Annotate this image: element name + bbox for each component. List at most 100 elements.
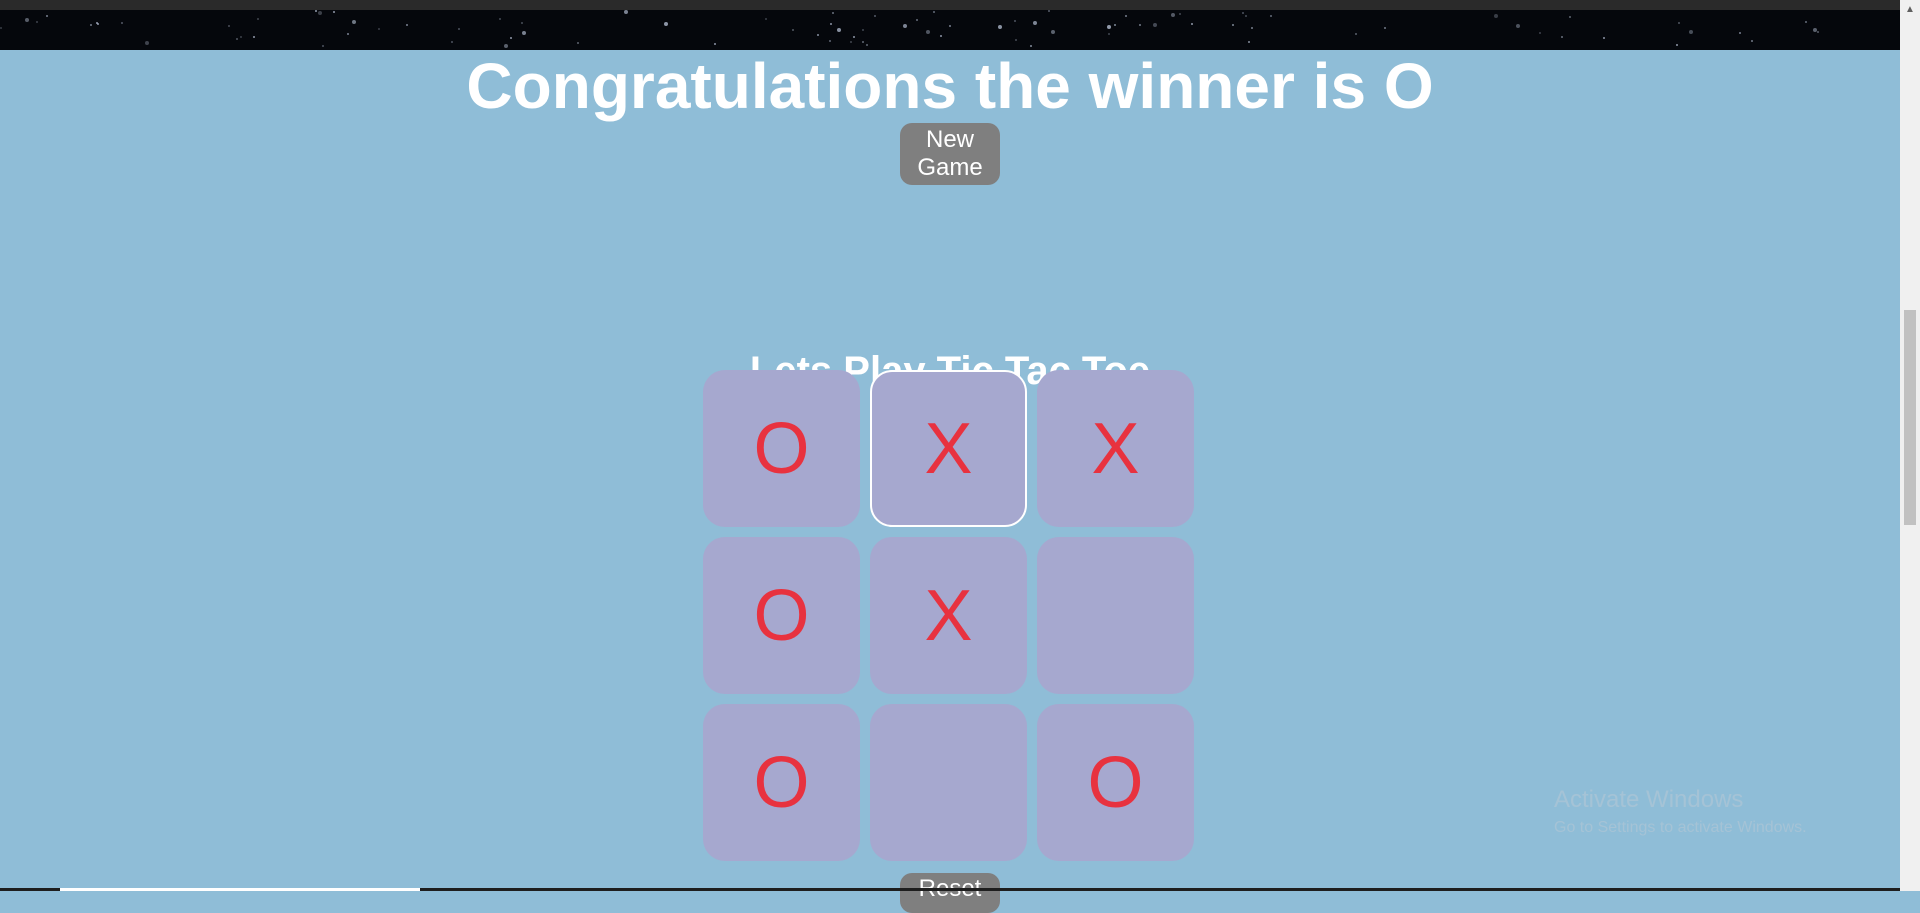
star-dot: [940, 35, 942, 37]
star-dot: [236, 38, 238, 40]
star-dot: [829, 40, 831, 42]
star-dot: [1539, 32, 1541, 34]
board-cell-1[interactable]: O: [703, 370, 860, 527]
star-dot: [1139, 24, 1141, 26]
star-dot: [1569, 16, 1571, 18]
star-dot: [850, 41, 852, 43]
star-dot: [1817, 31, 1819, 33]
star-dot: [1676, 44, 1678, 46]
board-cell-9[interactable]: O: [1037, 704, 1194, 861]
star-dot: [837, 28, 841, 32]
star-dot: [1248, 41, 1250, 43]
star-dot: [25, 18, 29, 22]
new-game-label: New Game: [917, 126, 982, 182]
star-dot: [1153, 23, 1157, 27]
board-cell-5[interactable]: X: [870, 537, 1027, 694]
star-dot: [253, 36, 255, 38]
board-cell-4[interactable]: O: [703, 537, 860, 694]
vertical-scrollbar[interactable]: ▲: [1900, 0, 1920, 891]
star-dot: [458, 28, 460, 30]
board-cell-6[interactable]: [1037, 537, 1194, 694]
star-dot: [1191, 23, 1193, 25]
star-dot: [853, 36, 855, 38]
star-dot: [0, 27, 2, 29]
star-dot: [521, 22, 523, 24]
star-dot: [862, 41, 864, 43]
star-dot: [240, 36, 242, 38]
star-dot: [1014, 20, 1016, 22]
star-dot: [1384, 27, 1386, 29]
star-dot: [1048, 10, 1050, 12]
star-dot: [322, 45, 324, 47]
watermark-subtitle: Go to Settings to activate Windows.: [1554, 819, 1807, 836]
star-dot: [664, 22, 668, 26]
star-dot: [1739, 32, 1741, 34]
star-dot: [1689, 30, 1693, 34]
star-dot: [1561, 36, 1563, 38]
star-dot: [1015, 39, 1017, 41]
star-dot: [1355, 33, 1357, 35]
star-dot: [315, 10, 317, 12]
starfield-header: [0, 10, 1900, 50]
star-dot: [577, 42, 579, 44]
star-dot: [36, 21, 38, 23]
star-dot: [714, 43, 716, 45]
star-dot: [817, 34, 819, 36]
reset-button[interactable]: Reset: [900, 873, 1000, 913]
star-dot: [1107, 25, 1111, 29]
star-dot: [765, 18, 767, 20]
star-dot: [333, 11, 335, 13]
board-cell-7[interactable]: O: [703, 704, 860, 861]
watermark-title: Activate Windows: [1554, 786, 1744, 813]
star-dot: [1245, 15, 1247, 17]
star-dot: [406, 24, 408, 26]
star-dot: [1805, 21, 1807, 23]
star-dot: [1678, 22, 1680, 24]
scroll-up-arrow-icon[interactable]: ▲: [1900, 0, 1920, 18]
star-dot: [451, 41, 453, 43]
board-cell-8[interactable]: [870, 704, 1027, 861]
star-dot: [1232, 24, 1234, 26]
board-cell-2[interactable]: X: [870, 370, 1027, 527]
star-dot: [862, 29, 864, 31]
star-dot: [352, 20, 356, 24]
star-dot: [318, 11, 322, 15]
star-dot: [866, 44, 868, 46]
star-dot: [949, 25, 951, 27]
star-dot: [1125, 15, 1127, 17]
game-page: Congratulations the winner is O New Game…: [0, 50, 1900, 913]
star-dot: [504, 44, 508, 48]
star-dot: [832, 12, 834, 14]
star-dot: [378, 28, 380, 30]
board-cell-3[interactable]: X: [1037, 370, 1194, 527]
winner-banner: Congratulations the winner is O: [466, 50, 1434, 122]
scrollbar-thumb[interactable]: [1904, 310, 1916, 525]
star-dot: [1108, 33, 1110, 35]
star-dot: [624, 10, 628, 14]
star-dot: [1251, 27, 1253, 29]
new-game-button[interactable]: New Game: [900, 123, 1000, 185]
star-dot: [1270, 15, 1272, 17]
star-dot: [1171, 13, 1175, 17]
star-dot: [998, 25, 1002, 29]
star-dot: [1516, 24, 1520, 28]
star-dot: [499, 18, 501, 20]
activate-windows-watermark: Activate Windows Go to Settings to activ…: [1554, 785, 1807, 839]
star-dot: [121, 22, 123, 24]
star-dot: [1114, 24, 1116, 26]
star-dot: [926, 30, 930, 34]
new-game-label-line2: Game: [917, 154, 983, 181]
star-dot: [792, 29, 794, 31]
star-dot: [522, 31, 526, 35]
star-dot: [916, 19, 918, 21]
star-dot: [1242, 12, 1244, 14]
star-dot: [46, 15, 48, 17]
star-dot: [228, 25, 230, 27]
star-dot: [1030, 45, 1032, 47]
star-dot: [510, 37, 512, 39]
star-dot: [933, 11, 935, 13]
star-dot: [257, 18, 259, 20]
star-dot: [145, 41, 149, 45]
browser-top-edge: [0, 0, 1920, 10]
star-dot: [347, 33, 349, 35]
